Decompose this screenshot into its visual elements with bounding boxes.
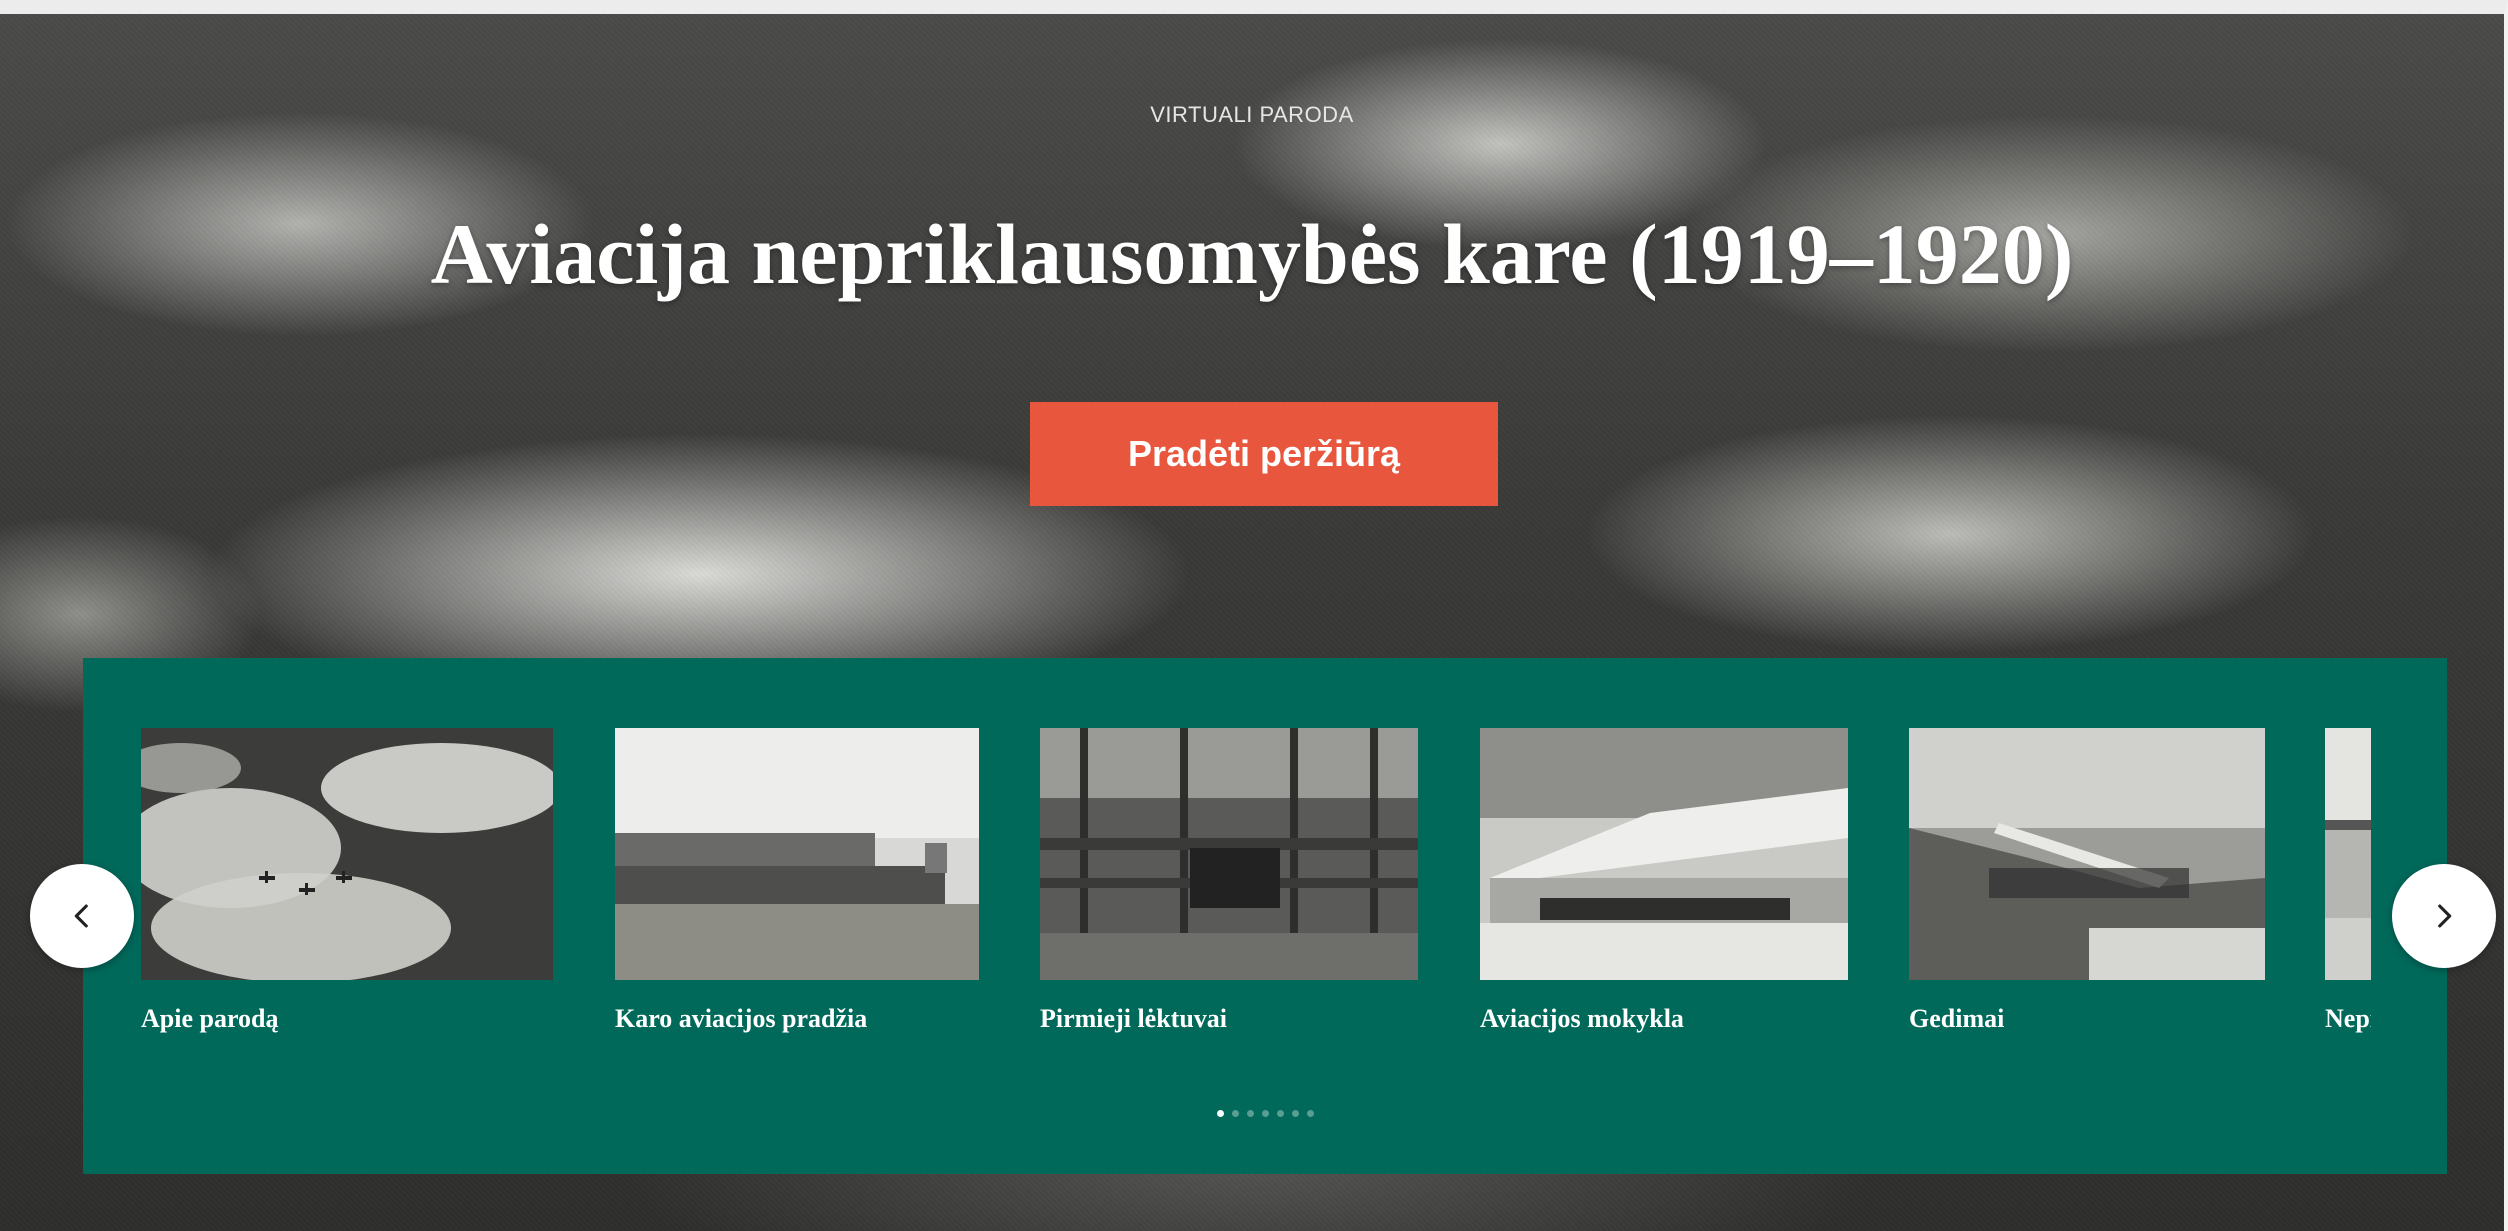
card-thumbnail-image [1480,728,1848,980]
carousel-card-about[interactable]: Apie parodą [141,728,553,1034]
pagination-dot[interactable] [1291,1110,1299,1117]
sections-carousel: Apie parodą Karo aviacijos pradžia Pirmi… [83,658,2447,1174]
card-label: Nepriklausomybės karas [2325,1004,2371,1033]
pagination-dot[interactable] [1261,1110,1269,1117]
carousel-card-first-aircraft[interactable]: Pirmieji lėktuvai [1040,728,1418,1034]
carousel-card-aviation-school[interactable]: Aviacijos mokykla [1480,728,1848,1034]
carousel-card-failures[interactable]: Gedimai [1909,728,2265,1034]
hero-eyebrow: VIRTUALI PARODA [1150,102,1354,127]
card-label: Karo aviacijos pradžia [615,1004,868,1033]
chevron-right-icon [2438,904,2452,928]
hero-title: Aviacija nepriklausomybės kare (1919–192… [430,206,2074,302]
card-label: Pirmieji lėktuvai [1040,1004,1228,1033]
carousel-card-independence-war[interactable]: Nepriklausomybės karas [2325,728,2371,1034]
carousel-next-button[interactable] [2392,864,2496,968]
page: VIRTUALI PARODA Aviacija nepriklausomybė… [0,0,2508,1231]
card-thumbnail-image [1040,728,1418,980]
card-thumbnail-image [1909,728,2265,980]
card-label: Aviacijos mokykla [1480,1004,1684,1033]
pagination-dot[interactable] [1306,1110,1314,1117]
card-thumbnail-image [615,728,979,980]
pagination-dot[interactable] [1246,1110,1254,1117]
start-viewing-button[interactable]: Pradėti peržiūrą [1030,402,1498,506]
carousel-track: Apie parodą Karo aviacijos pradžia Pirmi… [83,728,2447,1048]
pagination-dot[interactable] [1276,1110,1284,1117]
card-thumbnail-image [2325,728,2371,980]
chevron-left-icon [74,904,88,928]
card-label: Apie parodą [141,1004,279,1033]
card-thumbnail-image [141,728,553,980]
carousel-pagination [83,1110,2447,1117]
carousel-prev-button[interactable] [30,864,134,968]
carousel-card-military-aviation-beginning[interactable]: Karo aviacijos pradžia [615,728,979,1034]
pagination-dot[interactable] [1216,1110,1224,1117]
pagination-dot[interactable] [1231,1110,1239,1117]
card-label: Gedimai [1909,1004,2005,1033]
